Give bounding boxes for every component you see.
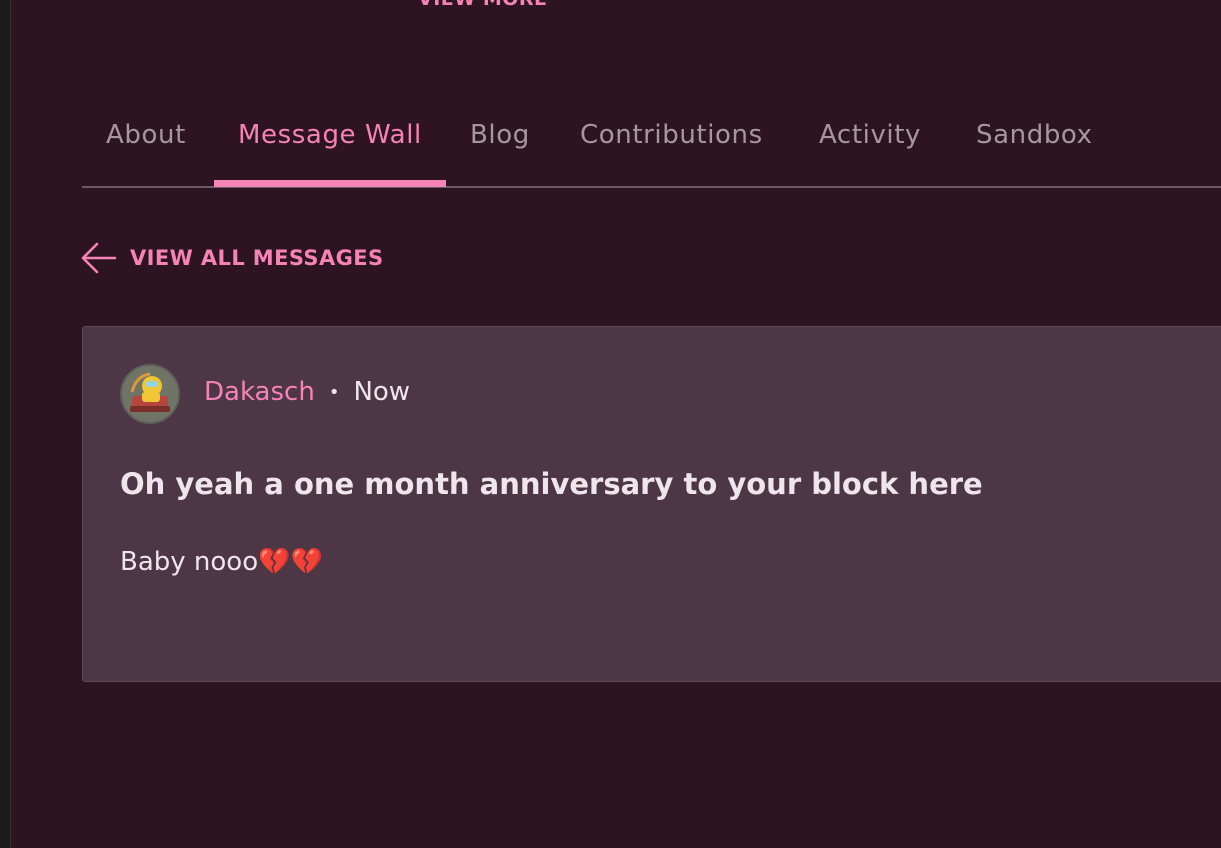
author-name[interactable]: Dakasch	[204, 377, 315, 407]
view-more-link[interactable]: VIEW MORE	[418, 0, 548, 10]
tab-blog[interactable]: Blog	[470, 120, 530, 150]
user-avatar[interactable]	[120, 364, 180, 424]
view-all-messages-link[interactable]: VIEW ALL MESSAGES	[81, 240, 384, 276]
tab-contributions[interactable]: Contributions	[580, 120, 763, 150]
page: VIEW MORE About Message Wall Blog Contri…	[11, 0, 1221, 848]
tab-activity[interactable]: Activity	[819, 120, 921, 150]
profile-tabs: About Message Wall Blog Contributions Ac…	[82, 100, 1221, 188]
message-body: Baby nooo💔💔	[120, 547, 323, 577]
tab-message-wall[interactable]: Message Wall	[238, 120, 422, 150]
tab-about[interactable]: About	[106, 120, 186, 150]
meta-separator: •	[328, 381, 340, 403]
message-meta: Dakasch • Now	[204, 377, 410, 407]
arrow-left-icon	[81, 242, 117, 274]
message-card: Dakasch • Now Oh yeah a one month annive…	[82, 326, 1221, 682]
view-all-messages-label: VIEW ALL MESSAGES	[130, 246, 384, 270]
message-title: Oh yeah a one month anniversary to your …	[120, 467, 983, 501]
message-timestamp: Now	[353, 377, 411, 407]
left-edge-strip	[0, 0, 11, 848]
tab-sandbox[interactable]: Sandbox	[976, 120, 1093, 150]
active-tab-indicator	[214, 180, 446, 187]
